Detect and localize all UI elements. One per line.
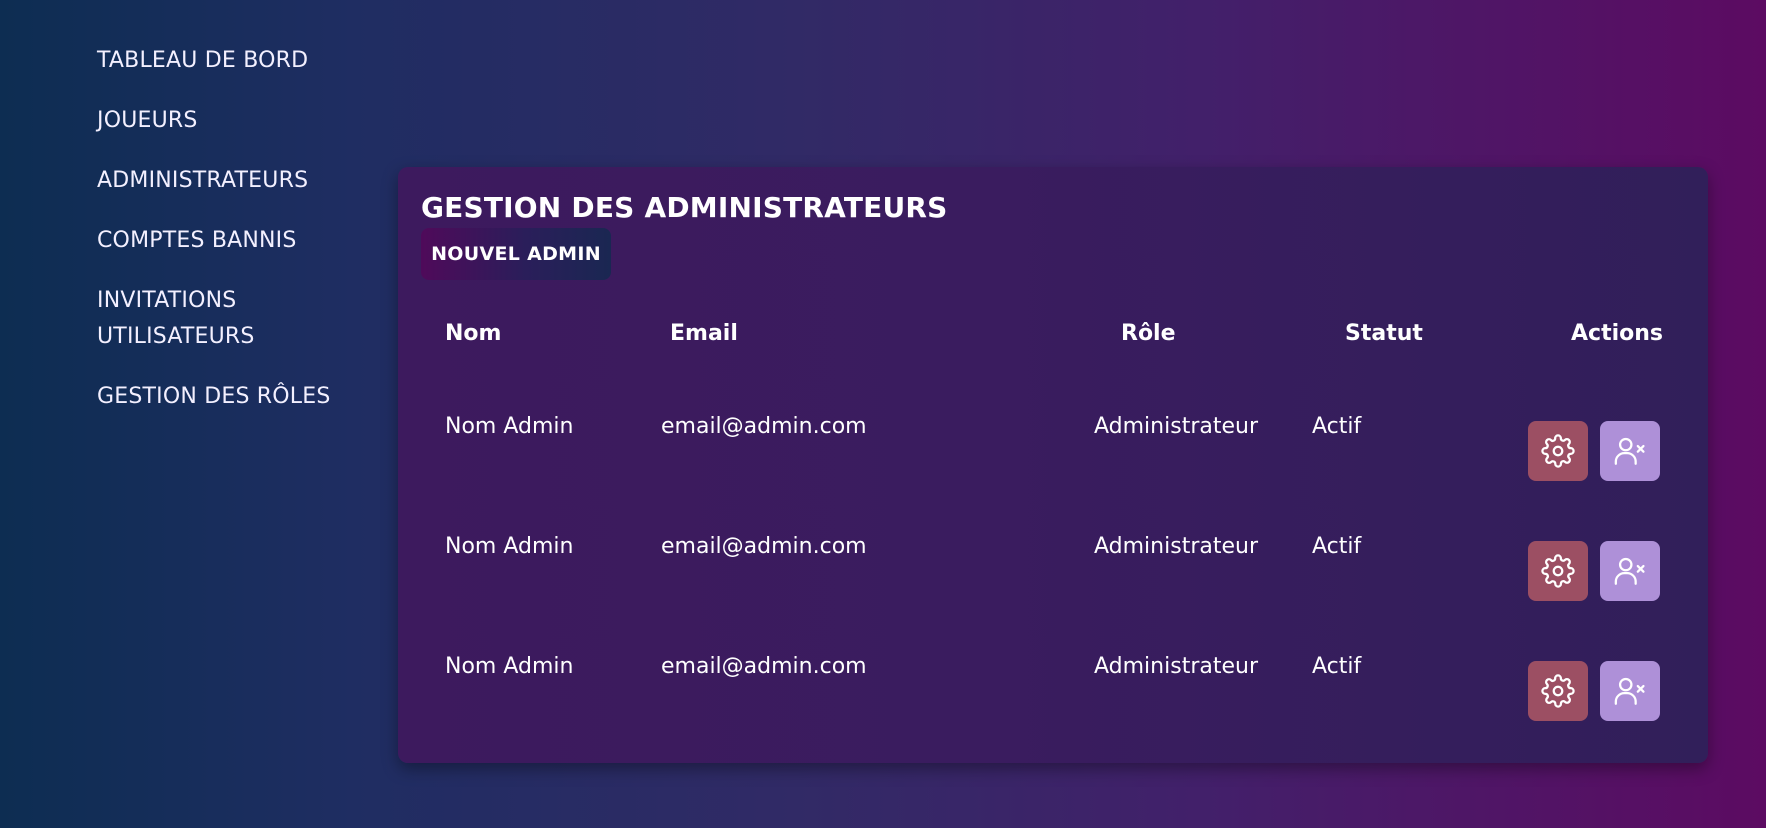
admin-role: Administrateur <box>1094 654 1258 679</box>
user-remove-icon <box>1614 557 1645 585</box>
admin-name: Nom Admin <box>445 534 574 559</box>
admin-email: email@admin.com <box>661 534 867 559</box>
admin-role: Administrateur <box>1094 414 1258 439</box>
column-header-name: Nom <box>445 321 502 346</box>
user-remove-icon <box>1614 677 1645 705</box>
sidebar-item-role-management[interactable]: GESTION DES RÔLES <box>97 379 347 415</box>
sidebar: TABLEAU DE BORD JOUEURS ADMINISTRATEURS … <box>97 43 347 439</box>
admin-status: Actif <box>1312 414 1362 439</box>
column-header-role: Rôle <box>1121 321 1176 346</box>
table-row: Nom Admin email@admin.com Administrateur… <box>398 654 1708 724</box>
remove-admin-button[interactable] <box>1600 661 1660 721</box>
gear-icon <box>1541 674 1575 708</box>
settings-button[interactable] <box>1528 541 1588 601</box>
admin-email: email@admin.com <box>661 654 867 679</box>
admin-role: Administrateur <box>1094 534 1258 559</box>
admin-email: email@admin.com <box>661 414 867 439</box>
column-header-actions: Actions <box>1571 321 1663 346</box>
admin-status: Actif <box>1312 654 1362 679</box>
remove-admin-button[interactable] <box>1600 421 1660 481</box>
gear-icon <box>1541 434 1575 468</box>
table-row: Nom Admin email@admin.com Administrateur… <box>398 414 1708 484</box>
admin-name: Nom Admin <box>445 414 574 439</box>
admin-status: Actif <box>1312 534 1362 559</box>
remove-admin-button[interactable] <box>1600 541 1660 601</box>
settings-button[interactable] <box>1528 421 1588 481</box>
page-title: GESTION DES ADMINISTRATEURS <box>421 191 948 224</box>
new-admin-button[interactable]: NOUVEL ADMIN <box>421 228 611 280</box>
column-header-status: Statut <box>1345 321 1423 346</box>
column-header-email: Email <box>670 321 738 346</box>
sidebar-item-dashboard[interactable]: TABLEAU DE BORD <box>97 43 347 79</box>
admin-name: Nom Admin <box>445 654 574 679</box>
table-row: Nom Admin email@admin.com Administrateur… <box>398 534 1708 604</box>
gear-icon <box>1541 554 1575 588</box>
settings-button[interactable] <box>1528 661 1588 721</box>
sidebar-item-banned-accounts[interactable]: COMPTES BANNIS <box>97 223 347 259</box>
user-remove-icon <box>1614 437 1645 465</box>
admin-management-panel: GESTION DES ADMINISTRATEURS NOUVEL ADMIN… <box>398 167 1708 763</box>
sidebar-item-user-invitations[interactable]: INVITATIONS UTILISATEURS <box>97 283 347 355</box>
sidebar-item-administrators[interactable]: ADMINISTRATEURS <box>97 163 347 199</box>
sidebar-item-players[interactable]: JOUEURS <box>97 103 347 139</box>
